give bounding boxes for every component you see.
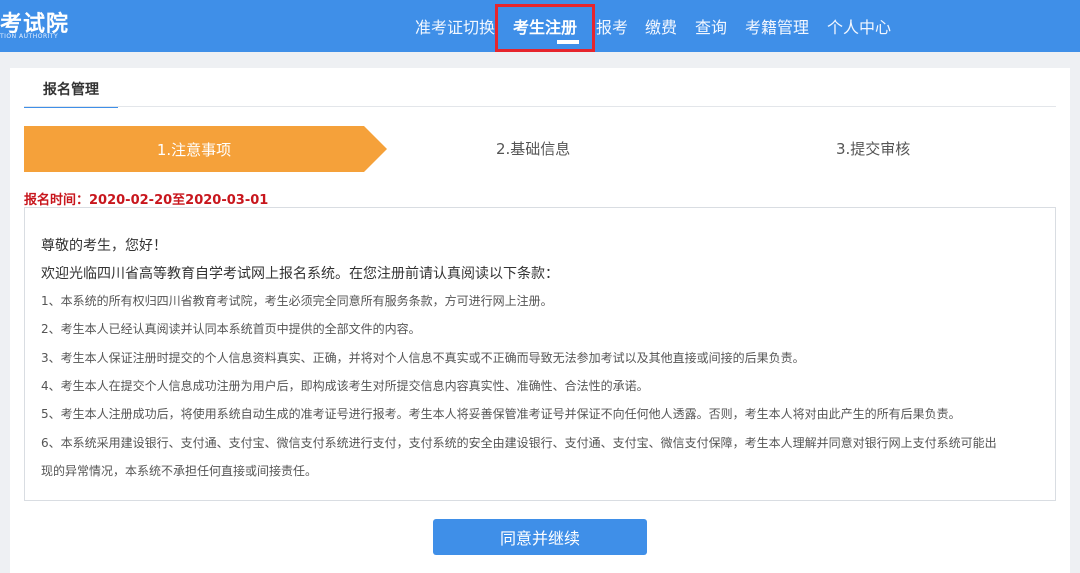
step-arrow xyxy=(364,126,387,172)
nav-personal-center[interactable]: 个人中心 xyxy=(827,14,891,38)
clause-2: 2、考生本人已经认真阅读并认同本系统首页中提供的全部文件的内容。 xyxy=(41,322,421,336)
nav-query[interactable]: 查询 xyxy=(695,14,727,38)
tab-registration-management[interactable]: 报名管理 xyxy=(24,80,118,108)
clause-6-continued: 现的异常情况，本系统不承担任何直接或间接责任。 xyxy=(41,464,318,478)
registration-time: 报名时间：2020-02-20至2020-03-01 xyxy=(24,193,269,208)
nav-active-indicator xyxy=(557,40,579,44)
nav-candidate-registration[interactable]: 考生注册 xyxy=(513,14,577,38)
agree-continue-button[interactable]: 同意并继续 xyxy=(433,519,647,555)
clause-3: 3、考生本人保证注册时提交的个人信息资料真实、正确，并将对个人信息不真实或不正确… xyxy=(41,351,805,365)
step-progress: 1.注意事项 2.基础信息 3.提交审核 xyxy=(24,126,1056,172)
nav-payment[interactable]: 缴费 xyxy=(645,14,677,38)
greeting: 尊敬的考生，您好！ xyxy=(41,238,167,254)
clause-1: 1、本系统的所有权归四川省教育考试院，考生必须完全同意所有服务条款，方可进行网上… xyxy=(41,294,553,308)
nav-records-management[interactable]: 考籍管理 xyxy=(745,14,809,38)
nav-admission-ticket-switch[interactable]: 准考证切换 xyxy=(415,14,495,38)
terms-intro: 欢迎光临四川省高等教育自学考试网上报名系统。在您注册前请认真阅读以下条款： xyxy=(41,266,559,282)
top-navigation-bar: 考试院 TION AUTHORITY 准考证切换 考生注册 报考 缴费 查询 考… xyxy=(0,0,1080,52)
clause-6: 6、本系统采用建设银行、支付通、支付宝、微信支付系统进行支付，支付系统的安全由建… xyxy=(41,436,997,450)
terms-box: 尊敬的考生，您好！ 欢迎光临四川省高等教育自学考试网上报名系统。在您注册前请认真… xyxy=(24,207,1056,501)
step-notices: 1.注意事项 xyxy=(24,126,364,172)
step-basic-info: 2.基础信息 xyxy=(496,140,571,158)
clause-4: 4、考生本人在提交个人信息成功注册为用户后，即构成该考生对所提交信息内容真实性、… xyxy=(41,379,649,393)
logo-subtitle: TION AUTHORITY xyxy=(0,33,59,40)
clause-5: 5、考生本人注册成功后，将使用系统自动生成的准考证号进行报考。考生本人将妥善保管… xyxy=(41,407,961,421)
step-submit-review: 3.提交审核 xyxy=(836,140,911,158)
nav-apply-exam[interactable]: 报考 xyxy=(596,14,628,38)
divider xyxy=(24,106,1056,107)
